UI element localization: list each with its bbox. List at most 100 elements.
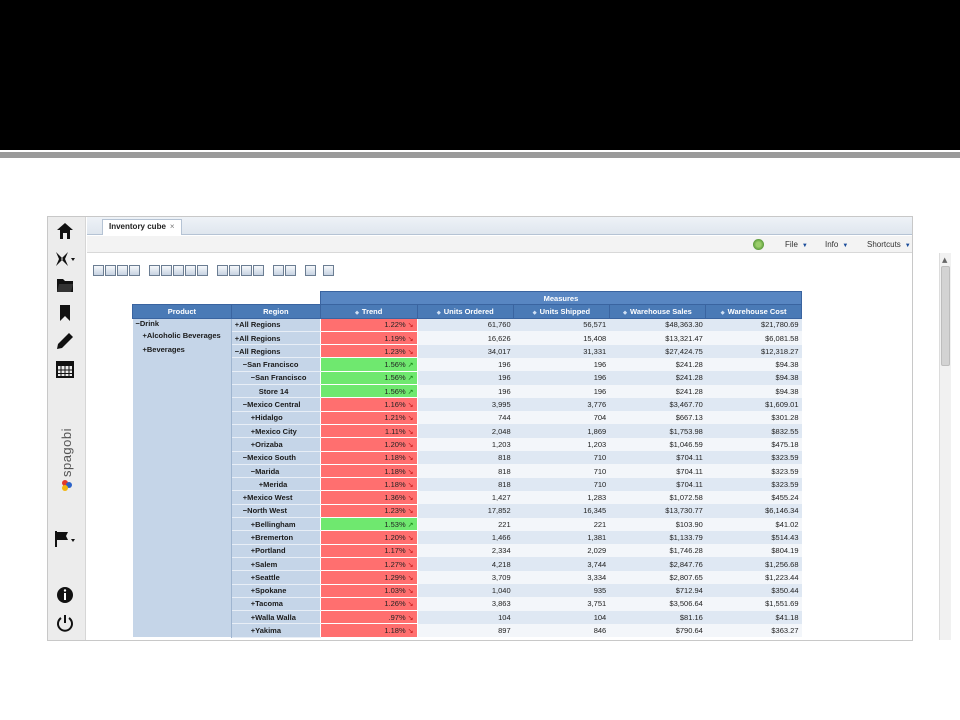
region-cell[interactable]: +All Regions: [231, 318, 321, 332]
trend-down-icon: ↘: [407, 441, 414, 449]
refresh-icon[interactable]: [753, 239, 764, 250]
cube-navigator-icon[interactable]: [93, 265, 104, 276]
save-icon[interactable]: [129, 265, 140, 276]
region-cell[interactable]: −Mexico Central: [231, 397, 321, 412]
trend-header[interactable]: ◆ Trend: [319, 304, 418, 319]
drill-position-icon[interactable]: [229, 265, 240, 276]
scroll-up-icon[interactable]: ▲: [942, 256, 947, 264]
settings-icon[interactable]: [323, 265, 334, 276]
cost-cell: $301.28: [705, 411, 802, 425]
sort-icon[interactable]: [117, 265, 128, 276]
units-shipped-header[interactable]: ◆ Units Shipped: [513, 304, 610, 319]
region-cell[interactable]: −North West: [231, 504, 321, 519]
flag-icon[interactable]: [54, 529, 76, 549]
trend-cell: 1.16% ↘: [319, 397, 418, 412]
trend-down-icon: ↘: [407, 574, 414, 582]
trend-value: 1.56%: [384, 360, 406, 370]
ordered-cell: 1,040: [417, 584, 514, 598]
trend-value: 1.22%: [384, 320, 406, 330]
region-cell[interactable]: +Salem: [231, 557, 321, 572]
region-cell[interactable]: +Orizaba: [231, 437, 321, 452]
bookmark-icon[interactable]: [54, 303, 76, 323]
sort-icon[interactable]: ◆: [623, 310, 627, 316]
region-cell[interactable]: −All Regions: [231, 344, 321, 359]
warehouse-sales-header[interactable]: ◆ Warehouse Sales: [608, 304, 707, 319]
suppress-empty-icon[interactable]: [185, 265, 196, 276]
region-cell[interactable]: +Merida: [231, 477, 321, 492]
menu-file[interactable]: File ▼: [785, 240, 808, 249]
region-cell[interactable]: −Marida: [231, 464, 321, 479]
tab-inventory-cube[interactable]: Inventory cube ×: [102, 219, 182, 235]
region-cell[interactable]: +Mexico City: [231, 424, 321, 439]
scroll-thumb[interactable]: [941, 266, 950, 366]
trend-value: 1.18%: [384, 466, 406, 476]
analysis-icon[interactable]: [54, 249, 76, 269]
print-icon[interactable]: [305, 265, 316, 276]
units-ordered-header[interactable]: ◆ Units Ordered: [416, 304, 515, 319]
region-header[interactable]: Region: [230, 304, 321, 319]
pencil-icon[interactable]: [54, 331, 76, 351]
close-icon[interactable]: ×: [170, 222, 175, 231]
chart-config-icon[interactable]: [285, 265, 296, 276]
chart-icon[interactable]: [273, 265, 284, 276]
trend-value: 1.23%: [384, 506, 406, 516]
warehouse-cost-header[interactable]: ◆ Warehouse Cost: [705, 304, 802, 319]
measures-header[interactable]: Measures: [319, 290, 803, 306]
region-cell[interactable]: +Tacoma: [231, 597, 321, 612]
region-cell[interactable]: −San Francisco: [231, 371, 321, 386]
shipped-cell: 3,744: [513, 557, 610, 571]
cost-cell: $514.43: [705, 530, 802, 545]
folder-icon[interactable]: [54, 275, 76, 295]
menu-info[interactable]: Info ▼: [825, 240, 848, 249]
sort-icon[interactable]: ◆: [533, 310, 537, 316]
trend-value: 1.56%: [384, 373, 406, 383]
drill-through-icon[interactable]: [253, 265, 264, 276]
region-cell[interactable]: +Yakima: [231, 623, 321, 638]
shipped-cell: 1,869: [513, 424, 610, 438]
region-cell[interactable]: −Mexico South: [231, 451, 321, 465]
show-parent-icon[interactable]: [149, 265, 160, 276]
calendar-icon[interactable]: [54, 359, 76, 379]
drill-replace-icon[interactable]: [241, 265, 252, 276]
region-cell[interactable]: +Spokane: [231, 584, 321, 598]
region-cell[interactable]: +Portland: [231, 544, 321, 558]
sort-icon[interactable]: ◆: [437, 310, 441, 316]
product-cell: [132, 544, 232, 558]
info-icon[interactable]: [54, 585, 76, 605]
mdx-editor-icon[interactable]: [105, 265, 116, 276]
vertical-scrollbar[interactable]: ▲: [939, 253, 951, 640]
sales-cell: $667.13: [609, 411, 706, 425]
region-cell[interactable]: +Seattle: [231, 570, 321, 585]
hide-spans-icon[interactable]: [161, 265, 172, 276]
drill-member-icon[interactable]: [217, 265, 228, 276]
menu-shortcuts[interactable]: Shortcuts ▼: [867, 240, 911, 249]
region-cell[interactable]: +Bremerton: [231, 530, 321, 545]
sort-icon[interactable]: ◆: [721, 310, 725, 316]
region-cell[interactable]: +All Regions: [231, 331, 321, 346]
show-properties-icon[interactable]: [173, 265, 184, 276]
trend-cell: 1.20% ↘: [319, 530, 418, 545]
power-icon[interactable]: [54, 613, 76, 633]
region-cell[interactable]: +Hidalgo: [231, 411, 321, 425]
ordered-cell: 196: [417, 357, 514, 372]
product-cell[interactable]: +Beverages: [132, 344, 232, 358]
trend-cell: 1.22% ↘: [319, 317, 418, 332]
sort-icon[interactable]: ◆: [355, 310, 359, 316]
region-cell[interactable]: +Mexico West: [231, 490, 321, 505]
region-cell[interactable]: −San Francisco: [231, 357, 321, 372]
cost-cell: $350.44: [705, 584, 802, 598]
product-header[interactable]: Product: [132, 304, 232, 319]
trend-value: 1.36%: [384, 493, 406, 503]
product-cell[interactable]: +Alcoholic Beverages: [132, 331, 232, 345]
product-cell[interactable]: −Drink: [132, 318, 232, 332]
ordered-cell: 2,334: [417, 544, 514, 558]
trend-down-icon: ↘: [407, 415, 414, 423]
home-icon[interactable]: [54, 221, 76, 241]
swap-axes-icon[interactable]: [197, 265, 208, 276]
table-row: +Orizaba 1.20% ↘ 1,203 1,203 $1,046.59 $475.18: [132, 437, 802, 452]
region-cell[interactable]: +Bellingham: [231, 517, 321, 532]
trend-down-icon: ↘: [407, 614, 414, 622]
trend-value: 1.23%: [384, 346, 406, 356]
region-cell[interactable]: +Walla Walla: [231, 610, 321, 625]
region-cell[interactable]: Store 14: [231, 384, 321, 399]
